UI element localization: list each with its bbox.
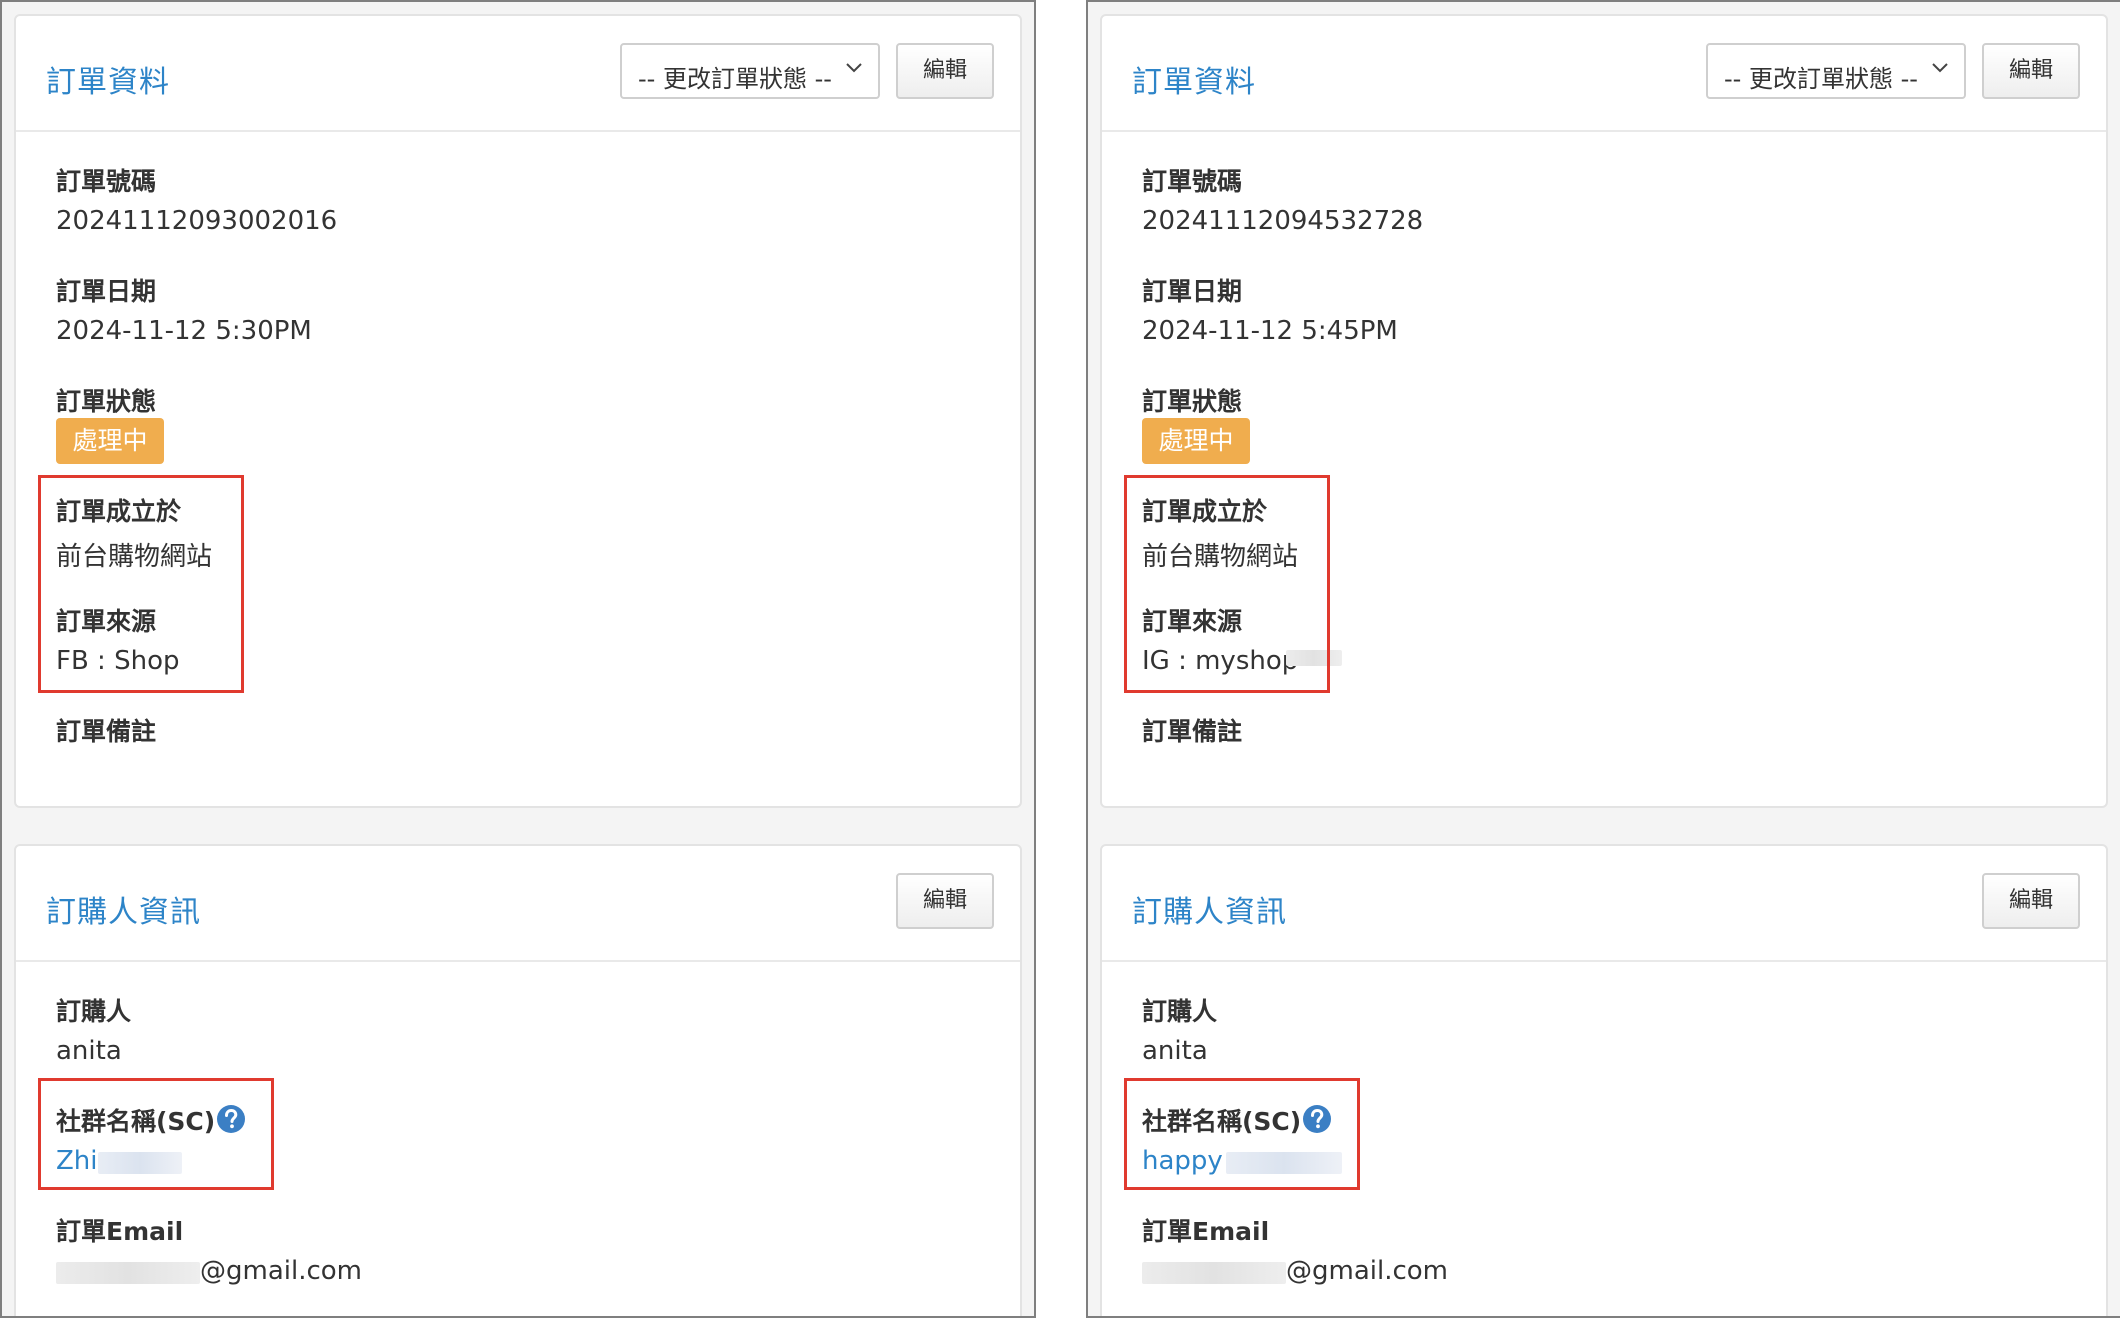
order-note-label: 訂單備註 <box>1142 717 1243 746</box>
order-status-label: 訂單狀態 <box>1142 387 1243 416</box>
order-email-label: 訂單Email <box>1142 1217 1270 1246</box>
right-screenshot: 訂單資料 -- 更改訂單狀態 -- 編輯 訂單號碼 20241112094532… <box>1086 0 2120 1318</box>
order-panel-title: 訂單資料 <box>1132 65 1256 100</box>
chevron-down-icon <box>846 63 862 73</box>
buyer-panel-header: 訂購人資訊 編輯 <box>1102 846 2106 962</box>
chevron-down-icon <box>1932 63 1948 73</box>
highlight-box-social <box>38 1078 274 1190</box>
order-number-value: 20241112094532728 <box>1142 206 1424 236</box>
order-info-panel: 訂單資料 -- 更改訂單狀態 -- 編輯 訂單號碼 20241112094532… <box>1100 14 2108 808</box>
buyer-name-label: 訂購人 <box>1142 997 1218 1026</box>
order-panel-title: 訂單資料 <box>46 65 170 100</box>
order-email-label: 訂單Email <box>56 1217 184 1246</box>
change-order-status-select[interactable]: -- 更改訂單狀態 -- <box>1706 43 1966 99</box>
buyer-panel-title: 訂購人資訊 <box>1132 895 1287 930</box>
status-badge: 處理中 <box>1142 418 1250 464</box>
buyer-edit-button[interactable]: 編輯 <box>896 873 994 929</box>
buyer-edit-button[interactable]: 編輯 <box>1982 873 2080 929</box>
buyer-panel-title: 訂購人資訊 <box>46 895 201 930</box>
order-panel-header: 訂單資料 -- 更改訂單狀態 -- 編輯 <box>1102 16 2106 132</box>
buyer-panel-header: 訂購人資訊 編輯 <box>16 846 1020 962</box>
redacted-email-local <box>56 1262 200 1284</box>
buyer-info-panel: 訂購人資訊 編輯 訂購人 anita 社群名稱(SC) Zhi 訂單Email … <box>14 844 1022 1316</box>
order-status-label: 訂單狀態 <box>56 387 157 416</box>
status-select-value: -- 更改訂單狀態 -- <box>1724 65 1918 93</box>
highlight-box-social <box>1124 1078 1360 1190</box>
order-panel-header: 訂單資料 -- 更改訂單狀態 -- 編輯 <box>16 16 1020 132</box>
order-date-label: 訂單日期 <box>1142 277 1243 306</box>
order-note-label: 訂單備註 <box>56 717 157 746</box>
highlight-box-source <box>38 475 244 693</box>
status-select-value: -- 更改訂單狀態 -- <box>638 65 832 93</box>
order-edit-button[interactable]: 編輯 <box>1982 43 2080 99</box>
order-date-label: 訂單日期 <box>56 277 157 306</box>
status-badge: 處理中 <box>56 418 164 464</box>
order-email-domain: @gmail.com <box>200 1256 363 1286</box>
order-number-label: 訂單號碼 <box>1142 167 1243 196</box>
left-screenshot: 訂單資料 -- 更改訂單狀態 -- 編輯 訂單號碼 20241112093002… <box>0 0 1036 1318</box>
buyer-info-panel: 訂購人資訊 編輯 訂購人 anita 社群名稱(SC) happy 訂單Emai… <box>1100 844 2108 1316</box>
redacted-email-local <box>1142 1262 1286 1284</box>
buyer-name-value: anita <box>56 1036 122 1066</box>
order-email-domain: @gmail.com <box>1286 1256 1449 1286</box>
order-number-label: 訂單號碼 <box>56 167 157 196</box>
order-number-value: 20241112093002016 <box>56 206 338 236</box>
buyer-name-label: 訂購人 <box>56 997 132 1026</box>
order-info-panel: 訂單資料 -- 更改訂單狀態 -- 編輯 訂單號碼 20241112093002… <box>14 14 1022 808</box>
order-date-value: 2024-11-12 5:30PM <box>56 316 312 346</box>
order-date-value: 2024-11-12 5:45PM <box>1142 316 1398 346</box>
order-edit-button[interactable]: 編輯 <box>896 43 994 99</box>
change-order-status-select[interactable]: -- 更改訂單狀態 -- <box>620 43 880 99</box>
buyer-name-value: anita <box>1142 1036 1208 1066</box>
highlight-box-source <box>1124 475 1330 693</box>
